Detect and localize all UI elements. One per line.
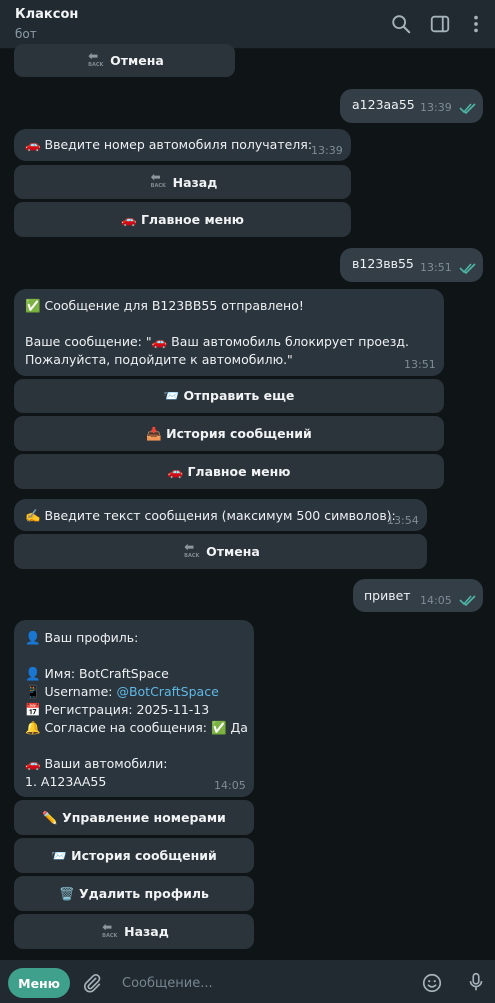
- message-text: 👤 Имя: BotCraftSpace: [25, 666, 169, 681]
- message-text: 🚗 Ваши автомобили:: [25, 756, 168, 771]
- message-text: 👤 Ваш профиль:: [25, 630, 139, 645]
- sidebar-icon[interactable]: [429, 13, 451, 35]
- message-text: привет: [364, 588, 411, 603]
- mic-icon[interactable]: [465, 971, 487, 993]
- message-text: Пожалуйста, подойдите к автомобилю.": [25, 352, 293, 367]
- message-text: 1. А123АА55: [25, 774, 107, 789]
- back-icon: BACK: [148, 170, 168, 189]
- read-ticks-icon: [459, 595, 476, 606]
- back-button[interactable]: BACK Назад: [14, 914, 254, 949]
- button-label: 📨 История сообщений: [51, 847, 217, 863]
- button-label: 🚗 Главное меню: [167, 463, 291, 479]
- message-time: 13:51: [404, 358, 436, 371]
- message-time: 14:05: [214, 779, 246, 792]
- main-menu-button[interactable]: 🚗 Главное меню: [14, 202, 351, 237]
- profile-message: 👤 Ваш профиль: 👤 Имя: BotCraftSpace 📱 Us…: [14, 620, 254, 797]
- button-label: 🗑️ Удалить профиль: [59, 885, 209, 901]
- button-label: 📥 История сообщений: [146, 425, 312, 441]
- delete-profile-button[interactable]: 🗑️ Удалить профиль: [14, 876, 254, 911]
- message-text: 📱 Username:: [25, 684, 117, 699]
- message-text: ✍️ Введите текст сообщения (максимум 500…: [25, 508, 396, 523]
- button-label: Назад: [172, 174, 218, 190]
- back-button[interactable]: BACK Назад: [14, 165, 351, 199]
- read-ticks-icon: [459, 263, 476, 274]
- manage-numbers-button[interactable]: ✏️ Управление номерами: [14, 800, 254, 835]
- button-label: ✏️ Управление номерами: [42, 809, 226, 825]
- main-menu-button[interactable]: 🚗 Главное меню: [14, 454, 444, 489]
- button-label: Отмена: [206, 544, 260, 559]
- button-label: 🚗 Главное меню: [121, 211, 244, 227]
- message-text: а123аа55: [352, 97, 415, 112]
- message-incoming: ✅ Сообщение для В123ВВ55 отправлено! Ваш…: [14, 289, 444, 376]
- message-text: в123вв55: [352, 256, 414, 271]
- back-icon: BACK: [99, 920, 119, 939]
- message-text: 🚗 Введите номер автомобиля получателя:: [25, 137, 313, 152]
- bot-menu-button[interactable]: Меню: [8, 968, 70, 998]
- back-icon: BACK: [85, 49, 105, 68]
- button-label: Назад: [124, 924, 169, 939]
- message-time: 13:51: [420, 261, 452, 274]
- username-line: 📱 Username: @BotCraftSpace: [25, 684, 219, 700]
- message-incoming: ✍️ Введите текст сообщения (максимум 500…: [14, 499, 427, 531]
- message-text: ✅ Сообщение для В123ВВ55 отправлено!: [25, 298, 304, 313]
- message-time: 13:39: [420, 101, 452, 114]
- more-icon[interactable]: [465, 13, 487, 35]
- emoji-icon[interactable]: [421, 972, 443, 994]
- message-text: Ваше сообщение: "🚗 Ваш автомобиль блокир…: [25, 334, 409, 349]
- attach-icon[interactable]: [81, 972, 103, 994]
- message-input[interactable]: [120, 972, 404, 994]
- message-time: 13:54: [387, 514, 419, 527]
- history-button[interactable]: 📥 История сообщений: [14, 416, 444, 451]
- cancel-button[interactable]: BACK Отмена: [14, 534, 427, 569]
- chat-subtitle: бот: [15, 27, 37, 41]
- button-label: 📨 Отправить еще: [163, 388, 295, 403]
- search-icon[interactable]: [390, 13, 412, 35]
- message-text: 🔔 Согласие на сообщения: ✅ Да: [25, 720, 248, 735]
- history-button[interactable]: 📨 История сообщений: [14, 838, 254, 873]
- composer-bar: Меню: [0, 960, 495, 1003]
- cancel-button-top[interactable]: BACK Отмена: [14, 44, 235, 77]
- message-incoming: 🚗 Введите номер автомобиля получателя: 1…: [14, 129, 351, 161]
- send-more-button[interactable]: 📨 Отправить еще: [14, 379, 444, 413]
- message-outgoing: в123вв55 13:51: [340, 248, 483, 282]
- read-ticks-icon: [459, 103, 476, 114]
- message-outgoing: привет 14:05: [353, 579, 483, 612]
- message-time: 13:39: [311, 144, 343, 157]
- message-outgoing: а123аа55 13:39: [340, 89, 483, 123]
- chat-header: Клаксон бот: [0, 0, 495, 49]
- username-link[interactable]: @BotCraftSpace: [116, 684, 218, 699]
- chat-title[interactable]: Клаксон: [15, 7, 78, 22]
- back-icon: BACK: [181, 540, 201, 559]
- button-label: Отмена: [110, 53, 164, 68]
- message-text: 📅 Регистрация: 2025-11-13: [25, 702, 210, 717]
- message-time: 14:05: [420, 594, 452, 607]
